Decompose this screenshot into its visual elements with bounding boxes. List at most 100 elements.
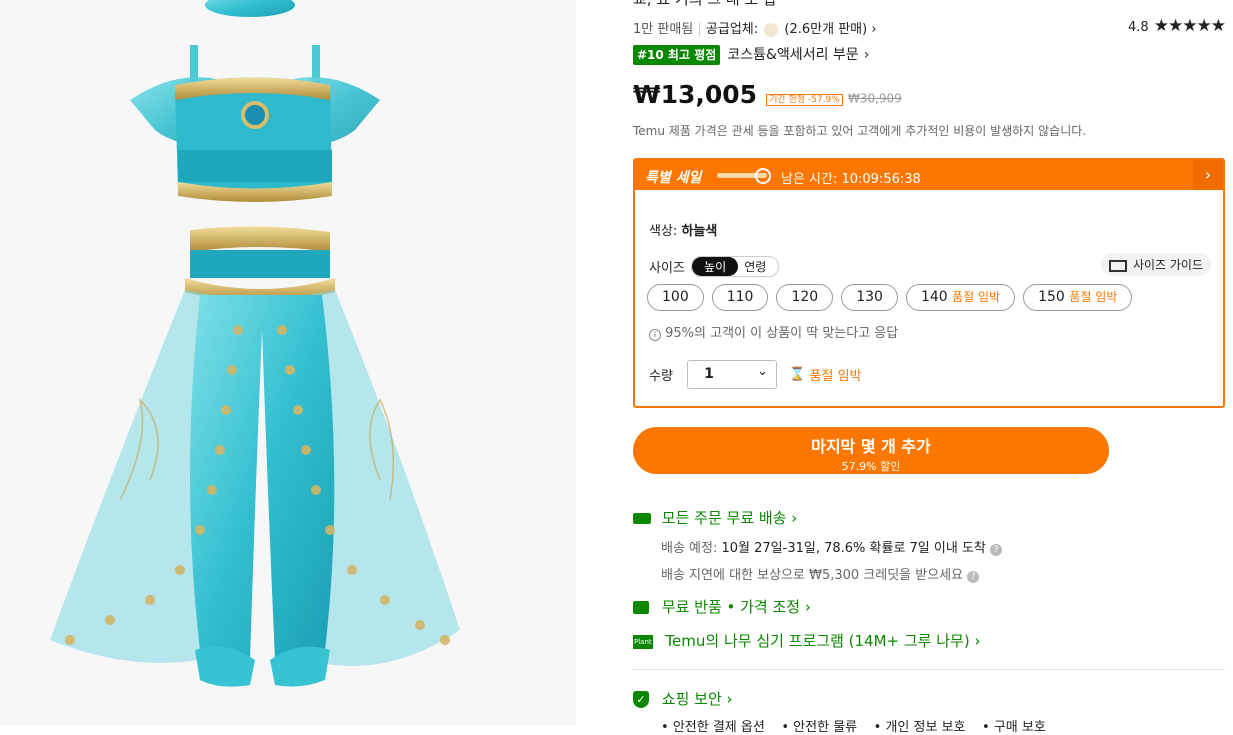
eta-label: 배송 예정: bbox=[661, 541, 718, 556]
eta-value: 10월 27일-31일, 78.6% 확률로 7일 이내 도착 bbox=[721, 541, 986, 556]
help-icon[interactable]: ? bbox=[990, 544, 1003, 556]
sale-header[interactable]: 특별 세일 남은 시간: 10:09:56:38 › bbox=[635, 160, 1223, 190]
delay-compensation: 배송 지연에 대한 보상으로 ₩5,300 크레딧을 받으세요 ? bbox=[661, 564, 980, 583]
price-row: ₩13,005 기간 한정 -57.9% ₩30,909 bbox=[633, 80, 902, 109]
hourglass-icon: ⌛ bbox=[789, 367, 806, 382]
sales-count: 1만 판매됨 bbox=[633, 22, 694, 37]
quantity-label: 수량 bbox=[649, 369, 673, 384]
security-item-label: 안전한 결제 옵션 bbox=[672, 720, 765, 735]
quantity-value: 1 bbox=[704, 366, 714, 382]
chevron-right-icon[interactable]: › bbox=[1193, 160, 1223, 190]
size-guide-button[interactable]: 사이즈 가이드 bbox=[1101, 253, 1211, 276]
size-tab-height[interactable]: 높이 bbox=[692, 257, 739, 276]
security-items: • 안전한 결제 옵션 • 안전한 물류 • 개인 정보 보호 • 구매 보호 bbox=[661, 716, 1046, 735]
delay-note: 배송 지연에 대한 보상으로 ₩5,300 크레딧을 받으세요 bbox=[661, 568, 964, 583]
tree-program-label: Temu의 나무 심기 프로그램 (14M+ 그루 나무) bbox=[665, 632, 970, 650]
rating-block[interactable]: 4.8 ★★★★★ bbox=[1128, 16, 1226, 36]
low-stock-note: 품절 임박 bbox=[952, 290, 1001, 304]
size-value: 150 bbox=[1038, 289, 1065, 305]
chevron-right-icon: › bbox=[863, 47, 870, 63]
special-sale-box: 특별 세일 남은 시간: 10:09:56:38 › 색상: 하늘색 사이즈 높… bbox=[633, 158, 1225, 408]
size-tab-toggle: 높이 연령 bbox=[691, 256, 780, 277]
clock-icon bbox=[755, 168, 771, 184]
fit-note: 95%의 고객이 이 상품이 딱 맞는다고 응답 bbox=[665, 326, 899, 341]
delivery-eta: 배송 예정: 10월 27일-31일, 78.6% 확률로 7일 이내 도착 ? bbox=[661, 537, 1003, 556]
free-shipping-label: 모든 주문 무료 배송 bbox=[661, 509, 787, 527]
quantity-row: 수량 1 ⌄ ⌛ 품절 임박 bbox=[649, 360, 862, 389]
size-options: 100 110 120 130 140 품절 임박 150 품절 임박 bbox=[647, 284, 1140, 311]
product-image[interactable] bbox=[0, 0, 576, 725]
size-value: 140 bbox=[920, 289, 948, 305]
add-to-cart-label: 마지막 몇 개 추가 bbox=[811, 437, 931, 456]
chevron-right-icon: › bbox=[791, 509, 798, 527]
color-label: 색상: bbox=[649, 224, 678, 239]
ruler-icon bbox=[1109, 259, 1128, 272]
product-title-fragment: 교, 요 기의 그 래 로 합 bbox=[633, 0, 777, 9]
timer-label: 남은 시간: 10:09:56:38 bbox=[781, 172, 921, 187]
shopping-security-link[interactable]: ✓ 쇼핑 보안 › bbox=[633, 688, 733, 709]
security-item: • 안전한 결제 옵션 bbox=[661, 720, 765, 735]
rating-value: 4.8 bbox=[1128, 20, 1149, 35]
size-option-130[interactable]: 130 bbox=[841, 284, 898, 311]
free-returns-link[interactable]: 무료 반품 • 가격 조정 › bbox=[633, 596, 811, 617]
low-stock-note: 품절 임박 bbox=[1069, 290, 1118, 304]
chevron-right-icon: › bbox=[871, 22, 877, 37]
size-label: 사이즈 bbox=[649, 261, 685, 276]
size-option-110[interactable]: 110 bbox=[711, 284, 769, 311]
rank-row[interactable]: #10 최고 평점 코스튬&액세서리 부문 › bbox=[633, 44, 870, 65]
original-price: ₩30,909 bbox=[847, 91, 902, 106]
size-option-140[interactable]: 140 품절 임박 bbox=[905, 284, 1016, 311]
supplier-logo-icon bbox=[764, 22, 779, 37]
product-info-panel: 교, 요 기의 그 래 로 합 1만 판매됨 | 공급업체: (2.6만개 판매… bbox=[633, 0, 1226, 735]
tax-note: Temu 제품 가격은 관세 등을 포함하고 있어 고객에게 추가적인 비용이 … bbox=[633, 124, 1087, 138]
free-returns-label: 무료 반품 • 가격 조정 bbox=[661, 598, 801, 616]
security-item: • 안전한 물류 bbox=[781, 720, 858, 735]
chevron-right-icon: › bbox=[726, 690, 733, 708]
color-value: 하늘색 bbox=[681, 224, 718, 239]
costume-illustration bbox=[50, 0, 460, 687]
size-row: 사이즈 높이 연령 bbox=[649, 256, 780, 277]
free-shipping-link[interactable]: 모든 주문 무료 배송 › bbox=[633, 507, 797, 528]
category-link[interactable]: 코스튬&액세서리 부문 bbox=[727, 47, 858, 63]
supplier-sales: (2.6만개 판매) bbox=[784, 22, 868, 37]
fit-note-row: i 95%의 고객이 이 상품이 딱 맞는다고 응답 bbox=[649, 322, 898, 341]
add-to-cart-discount: 57.9% 할인 bbox=[841, 460, 901, 473]
supplier-link[interactable]: 공급업체: (2.6만개 판매) › bbox=[706, 22, 877, 37]
size-value: 110 bbox=[726, 289, 754, 305]
size-option-150[interactable]: 150 품절 임박 bbox=[1023, 284, 1133, 311]
rank-badge: #10 최고 평점 bbox=[633, 45, 721, 65]
quantity-select[interactable]: 1 ⌄ bbox=[687, 360, 778, 389]
current-price: ₩13,005 bbox=[633, 80, 758, 109]
security-item-label: 안전한 물류 bbox=[793, 720, 858, 735]
shield-check-icon: ✓ bbox=[633, 691, 649, 708]
stock-note: 품절 임박 bbox=[809, 369, 862, 384]
add-to-cart-button[interactable]: 마지막 몇 개 추가 57.9% 할인 bbox=[633, 427, 1109, 474]
return-icon bbox=[633, 601, 649, 614]
truck-icon bbox=[633, 513, 651, 524]
security-item: • 개인 정보 보호 bbox=[873, 720, 966, 735]
supplier-label: 공급업체: bbox=[705, 22, 759, 37]
star-rating-icon: ★★★★★ bbox=[1153, 16, 1226, 36]
help-icon[interactable]: ? bbox=[967, 571, 980, 583]
chevron-right-icon: › bbox=[804, 598, 811, 616]
sale-label: 특별 세일 bbox=[645, 170, 702, 186]
shopping-security-label: 쇼핑 보안 bbox=[661, 690, 722, 708]
tree-program-link[interactable]: Plant Temu의 나무 심기 프로그램 (14M+ 그루 나무) › bbox=[633, 630, 980, 651]
size-option-120[interactable]: 120 bbox=[776, 284, 834, 311]
size-value: 130 bbox=[856, 289, 883, 305]
size-option-100[interactable]: 100 bbox=[647, 284, 704, 311]
color-row: 색상: 하늘색 bbox=[649, 220, 717, 239]
divider bbox=[633, 669, 1225, 670]
size-guide-label: 사이즈 가이드 bbox=[1132, 258, 1203, 272]
size-tab-age[interactable]: 연령 bbox=[742, 257, 778, 276]
chevron-down-icon: ⌄ bbox=[757, 364, 769, 379]
security-item-label: 개인 정보 보호 bbox=[885, 720, 966, 735]
security-item: • 구매 보호 bbox=[982, 720, 1046, 735]
sales-info: 1만 판매됨 | 공급업체: (2.6만개 판매) › bbox=[633, 22, 877, 37]
plant-icon: Plant bbox=[633, 634, 653, 649]
chevron-right-icon: › bbox=[974, 632, 981, 650]
info-icon: i bbox=[649, 329, 661, 341]
size-value: 120 bbox=[791, 289, 819, 305]
security-item-label: 구매 보호 bbox=[993, 720, 1046, 735]
size-value: 100 bbox=[662, 289, 689, 305]
